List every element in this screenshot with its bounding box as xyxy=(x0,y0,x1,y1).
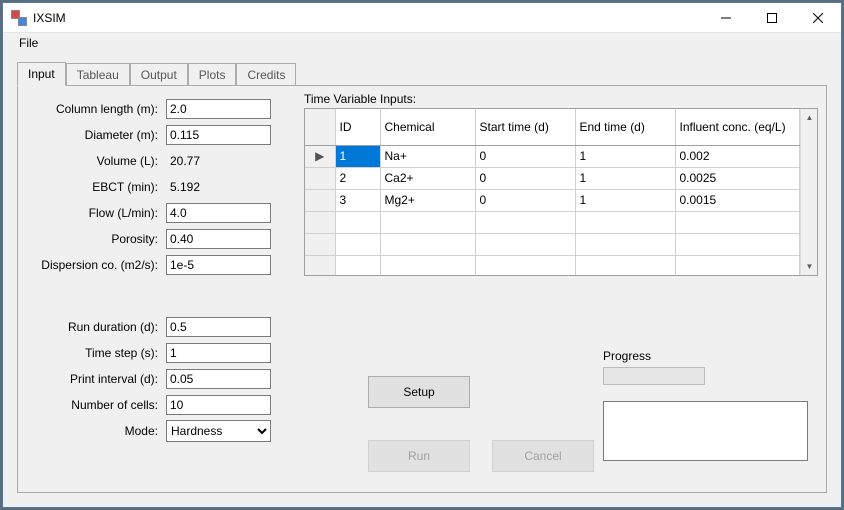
grid-corner xyxy=(305,109,335,145)
cell-id[interactable]: 1 xyxy=(335,145,380,167)
tab-row: Input Tableau Output Plots Credits xyxy=(17,61,827,85)
cell-chemical[interactable]: Ca2+ xyxy=(380,167,475,189)
tab-credits[interactable]: Credits xyxy=(236,63,296,86)
cell-start[interactable]: 0 xyxy=(475,189,575,211)
grid-row-empty[interactable] xyxy=(305,233,800,255)
action-buttons: Setup Run Cancel xyxy=(368,376,594,472)
cell-start[interactable]: 0 xyxy=(475,145,575,167)
label-flow: Flow (L/min): xyxy=(36,206,166,220)
grid-row[interactable]: ▶ 1 Na+ 0 1 0.002 xyxy=(305,145,800,167)
grid-row[interactable]: 3 Mg2+ 0 1 0.0015 xyxy=(305,189,800,211)
grid-scrollbar[interactable]: ▲ ▼ xyxy=(800,109,817,275)
grid-header-end[interactable]: End time (d) xyxy=(575,109,675,145)
tab-tableau[interactable]: Tableau xyxy=(66,63,130,86)
tab-panel-input: Column length (m): Diameter (m): Volume … xyxy=(17,85,827,493)
input-flow[interactable] xyxy=(166,203,271,223)
maximize-button[interactable] xyxy=(749,3,795,33)
cell-chemical[interactable]: Na+ xyxy=(380,145,475,167)
window-controls xyxy=(703,3,841,33)
cell-id[interactable]: 2 xyxy=(335,167,380,189)
run-button[interactable]: Run xyxy=(368,440,470,472)
close-button[interactable] xyxy=(795,3,841,33)
label-diameter: Diameter (m): xyxy=(36,128,166,142)
tab-input[interactable]: Input xyxy=(17,62,66,86)
grid-header-row: ID Chemical Start time (d) End time (d) … xyxy=(305,109,800,145)
cell-conc[interactable]: 0.0025 xyxy=(675,167,800,189)
grid-header-conc[interactable]: Influent conc. (eq/L) xyxy=(675,109,800,145)
grid-row[interactable]: 2 Ca2+ 0 1 0.0025 xyxy=(305,167,800,189)
setup-button[interactable]: Setup xyxy=(368,376,470,408)
value-ebct: 5.192 xyxy=(166,180,200,194)
time-variable-inputs-grid[interactable]: ID Chemical Start time (d) End time (d) … xyxy=(304,108,818,276)
menubar: File xyxy=(3,33,841,53)
grid-row-empty[interactable] xyxy=(305,255,800,275)
label-volume: Volume (L): xyxy=(36,154,166,168)
label-print-interval: Print interval (d): xyxy=(36,372,166,386)
time-variable-inputs-area: Time Variable Inputs: ID Chemical xyxy=(304,92,818,276)
input-column-length[interactable] xyxy=(166,99,271,119)
app-icon xyxy=(11,10,27,26)
progress-output xyxy=(603,401,808,461)
label-ebct: EBCT (min): xyxy=(36,180,166,194)
grid-row-empty[interactable] xyxy=(305,211,800,233)
window-title: IXSIM xyxy=(33,11,66,25)
grid-header-chemical[interactable]: Chemical xyxy=(380,109,475,145)
select-mode[interactable]: Hardness xyxy=(166,420,271,442)
label-porosity: Porosity: xyxy=(36,232,166,246)
label-number-of-cells: Number of cells: xyxy=(36,398,166,412)
cell-conc[interactable]: 0.002 xyxy=(675,145,800,167)
parameters-form: Column length (m): Diameter (m): Volume … xyxy=(36,96,296,444)
label-column-length: Column length (m): xyxy=(36,102,166,116)
scroll-down-icon[interactable]: ▼ xyxy=(801,258,818,275)
label-time-step: Time step (s): xyxy=(36,346,166,360)
label-run-duration: Run duration (d): xyxy=(36,320,166,334)
cell-end[interactable]: 1 xyxy=(575,145,675,167)
minimize-button[interactable] xyxy=(703,3,749,33)
input-run-duration[interactable] xyxy=(166,317,271,337)
tab-plots[interactable]: Plots xyxy=(188,63,237,86)
label-time-variable-inputs: Time Variable Inputs: xyxy=(304,92,818,106)
progress-area: Progress xyxy=(603,349,808,461)
tab-output[interactable]: Output xyxy=(130,63,188,86)
input-number-of-cells[interactable] xyxy=(166,395,271,415)
label-mode: Mode: xyxy=(36,424,166,438)
row-indicator-icon: ▶ xyxy=(305,145,335,167)
cell-chemical[interactable]: Mg2+ xyxy=(380,189,475,211)
cell-end[interactable]: 1 xyxy=(575,189,675,211)
titlebar: IXSIM xyxy=(3,3,841,33)
cell-start[interactable]: 0 xyxy=(475,167,575,189)
progress-label: Progress xyxy=(603,349,808,363)
scroll-up-icon[interactable]: ▲ xyxy=(801,109,818,126)
app-window: IXSIM File Input Tableau Output Plots Cr… xyxy=(2,2,842,508)
progress-bar xyxy=(603,367,705,385)
input-time-step[interactable] xyxy=(166,343,271,363)
grid-header-start[interactable]: Start time (d) xyxy=(475,109,575,145)
grid-header-id[interactable]: ID xyxy=(335,109,380,145)
value-volume: 20.77 xyxy=(166,154,200,168)
label-dispersion: Dispersion co. (m2/s): xyxy=(36,258,166,272)
input-diameter[interactable] xyxy=(166,125,271,145)
input-porosity[interactable] xyxy=(166,229,271,249)
menu-file[interactable]: File xyxy=(13,34,44,52)
cancel-button[interactable]: Cancel xyxy=(492,440,594,472)
input-print-interval[interactable] xyxy=(166,369,271,389)
cell-id[interactable]: 3 xyxy=(335,189,380,211)
input-dispersion[interactable] xyxy=(166,255,271,275)
cell-end[interactable]: 1 xyxy=(575,167,675,189)
cell-conc[interactable]: 0.0015 xyxy=(675,189,800,211)
